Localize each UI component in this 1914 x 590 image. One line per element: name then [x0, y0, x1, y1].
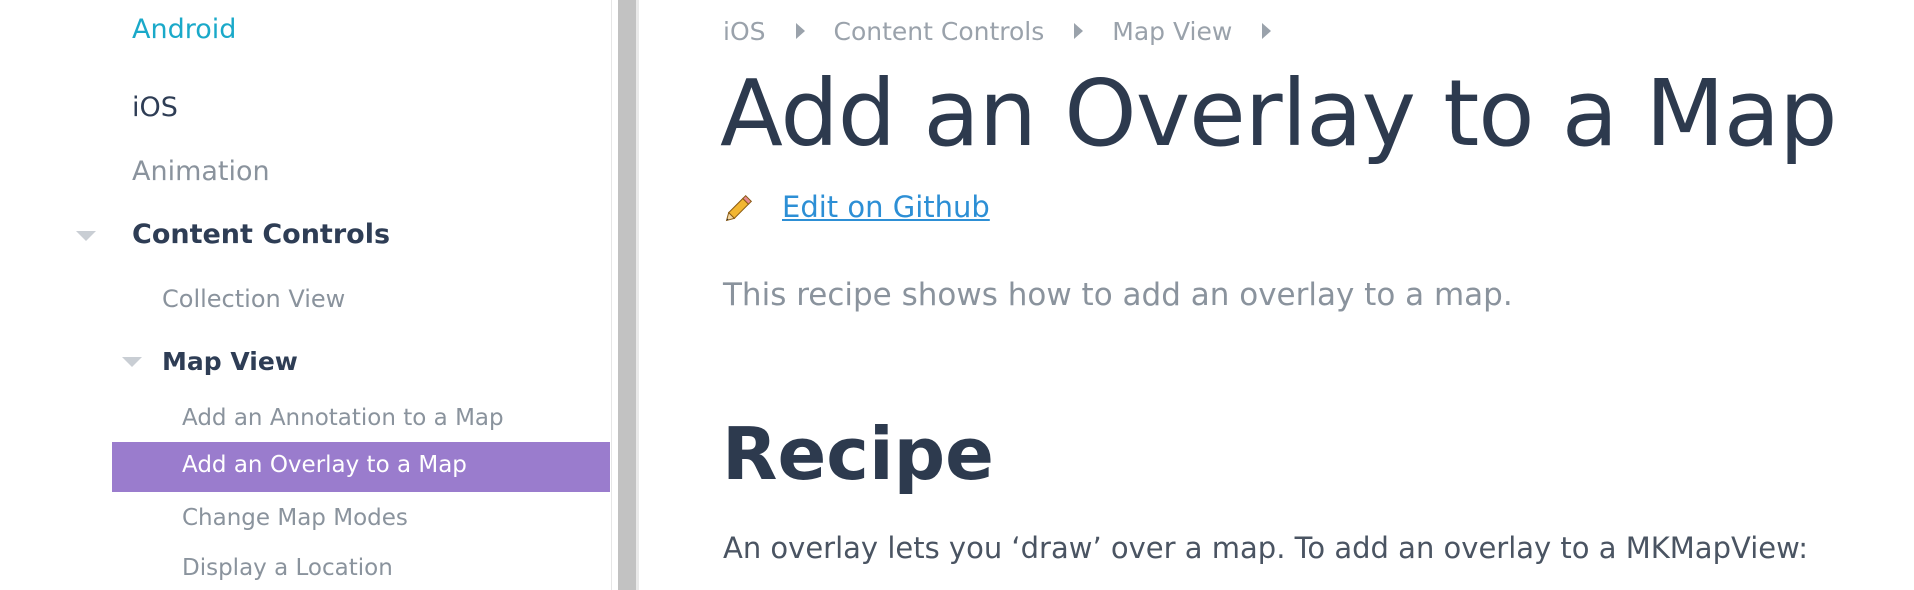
- breadcrumb-separator-icon: [1074, 23, 1084, 39]
- sidebar-resize-handle[interactable]: [618, 0, 636, 590]
- sidebar-item-collection-view[interactable]: Collection View: [162, 285, 345, 313]
- sidebar-item-display-location[interactable]: Display a Location: [182, 555, 393, 581]
- sidebar-item-animation[interactable]: Animation: [132, 156, 270, 187]
- page-title: Add an Overlay to a Map: [720, 60, 1838, 167]
- breadcrumb-content-controls[interactable]: Content Controls: [834, 17, 1045, 46]
- sidebar-item-android[interactable]: Android: [132, 14, 236, 45]
- breadcrumb-separator-icon: [1262, 23, 1272, 39]
- sidebar-item-ios[interactable]: iOS: [132, 92, 178, 123]
- sidebar-item-add-overlay-active[interactable]: Add an Overlay to a Map: [112, 442, 610, 492]
- sidebar-item-add-annotation[interactable]: Add an Annotation to a Map: [182, 405, 504, 431]
- map-view-expanded-icon[interactable]: [122, 357, 142, 367]
- sidebar-item-label: Add an Overlay to a Map: [182, 452, 467, 478]
- main-content: iOS Content Controls Map View Add an Ove…: [640, 0, 1914, 590]
- breadcrumb-map-view[interactable]: Map View: [1112, 17, 1232, 46]
- breadcrumb-ios[interactable]: iOS: [723, 17, 766, 46]
- sidebar-nav: Android iOS Animation Content Controls C…: [0, 0, 612, 590]
- pencil-icon: [725, 194, 753, 222]
- breadcrumb: iOS Content Controls Map View: [723, 14, 1300, 48]
- edit-on-github-link[interactable]: Edit on Github: [782, 190, 990, 224]
- sidebar-item-change-map-modes[interactable]: Change Map Modes: [182, 505, 408, 531]
- content-controls-expanded-icon[interactable]: [76, 231, 96, 241]
- edit-on-github: Edit on Github: [724, 190, 990, 224]
- recipe-paragraph: An overlay lets you ‘draw’ over a map. T…: [723, 531, 1808, 565]
- divider: [636, 0, 639, 590]
- intro-text: This recipe shows how to add an overlay …: [723, 277, 1513, 313]
- sidebar-item-map-view[interactable]: Map View: [162, 347, 298, 376]
- section-heading-recipe: Recipe: [722, 412, 995, 496]
- sidebar-item-content-controls[interactable]: Content Controls: [132, 219, 390, 250]
- breadcrumb-separator-icon: [795, 23, 805, 39]
